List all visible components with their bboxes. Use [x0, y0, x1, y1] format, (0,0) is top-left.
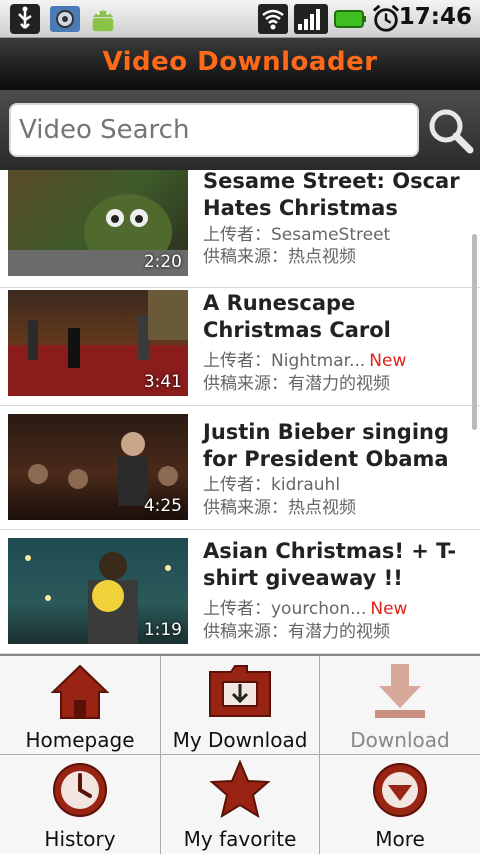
- usb-icon: [10, 4, 40, 34]
- video-uploader: 上传者：Nightmar... New: [203, 351, 407, 371]
- android-icon: [92, 10, 114, 32]
- video-source: 供稿来源：热点视频: [203, 498, 356, 518]
- status-time: 17:46: [398, 4, 472, 30]
- app-title-bar: Video Downloader: [0, 38, 480, 90]
- menu-item-my-download[interactable]: My Download: [160, 656, 320, 754]
- new-badge: New: [369, 351, 407, 371]
- menu-item-label: Homepage: [25, 728, 135, 752]
- menu-item-label: My favorite: [183, 827, 297, 851]
- list-item[interactable]: 1:19 Asian Christmas! + T-shirt giveaway…: [0, 530, 480, 654]
- folder-download-icon: [209, 665, 271, 717]
- video-duration: 1:19: [143, 620, 182, 640]
- menu-item-label: Download: [350, 728, 450, 752]
- alarm-icon: [372, 4, 400, 32]
- menu-item-download[interactable]: Download: [320, 656, 480, 754]
- list-item[interactable]: 3:41 A Runescape Christmas Carol 上传者：Nig…: [0, 282, 480, 406]
- video-thumbnail: 4:25: [8, 414, 188, 520]
- star-icon: [209, 759, 271, 819]
- signal-icon: [294, 4, 328, 34]
- video-source: 供稿来源：有潜力的视频: [203, 374, 390, 394]
- video-source: 供稿来源：热点视频: [203, 247, 356, 267]
- app-title: Video Downloader: [102, 47, 378, 77]
- video-duration: 4:25: [143, 496, 182, 516]
- video-title: Asian Christmas! + T-shirt giveaway !!: [203, 539, 457, 590]
- video-duration: 2:20: [143, 252, 182, 272]
- more-icon: [373, 763, 427, 817]
- menu-item-label: History: [44, 827, 116, 851]
- settings-icon: [50, 6, 80, 32]
- menu-item-more[interactable]: More: [320, 755, 480, 853]
- search-icon[interactable]: [424, 104, 476, 156]
- video-title: Justin Bieber singing for President Obam…: [203, 420, 450, 471]
- list-item[interactable]: 4:25 Justin Bieber singing for President…: [0, 406, 480, 530]
- menu-item-label: More: [375, 827, 425, 851]
- clock-icon: [53, 763, 107, 817]
- video-title: A Runescape Christmas Carol: [203, 291, 391, 342]
- menu-item-my-favorite[interactable]: My favorite: [160, 755, 320, 853]
- home-icon: [50, 664, 110, 719]
- video-thumbnail: 1:19: [8, 538, 188, 644]
- video-uploader: 上传者：yourchon... New: [203, 599, 408, 619]
- video-source: 供稿来源：有潜力的视频: [203, 622, 390, 642]
- video-duration: 3:41: [143, 372, 182, 392]
- list-item[interactable]: 2:20 Sesame Street: Oscar Hates Christma…: [0, 170, 480, 288]
- search-input[interactable]: [9, 103, 419, 157]
- video-title: Sesame Street: Oscar Hates Christmas: [203, 170, 460, 220]
- menu-item-history[interactable]: History: [0, 755, 160, 853]
- battery-icon: [334, 10, 366, 28]
- video-uploader: 上传者：SesameStreet: [203, 225, 391, 245]
- new-badge: New: [370, 599, 408, 619]
- menu-item-label: My Download: [172, 728, 308, 752]
- scrollbar[interactable]: [472, 234, 477, 430]
- search-bar: [0, 90, 480, 170]
- options-menu: Homepage My Download Download History My…: [0, 654, 480, 854]
- menu-item-homepage[interactable]: Homepage: [0, 656, 160, 754]
- video-thumbnail: 3:41: [8, 290, 188, 396]
- status-bar: 17:46: [0, 0, 480, 38]
- video-uploader: 上传者：kidrauhl: [203, 475, 341, 495]
- video-thumbnail: 2:20: [8, 170, 188, 276]
- wifi-icon: [258, 4, 288, 34]
- download-icon: [375, 664, 425, 718]
